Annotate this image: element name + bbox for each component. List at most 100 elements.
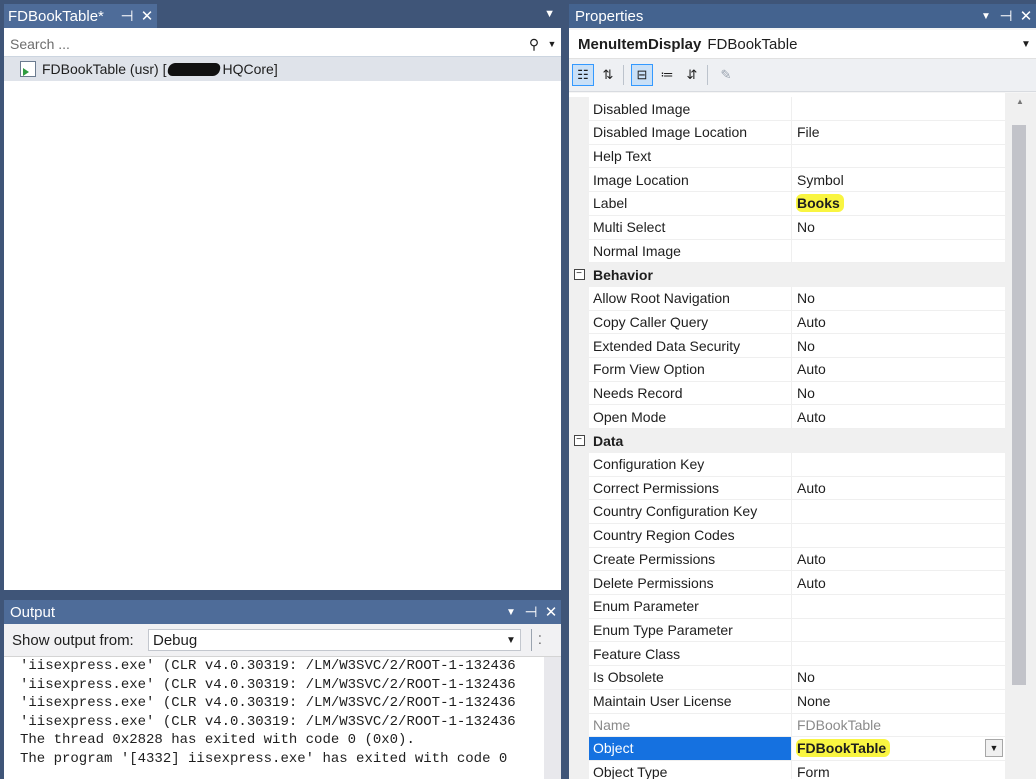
property-value-text: Auto <box>797 313 826 330</box>
collapse-icon[interactable]: − <box>569 428 589 453</box>
property-row[interactable]: Configuration Key <box>569 452 1005 477</box>
property-row[interactable]: Needs Record No <box>569 381 1005 406</box>
overflow-icon[interactable]: ⁚ <box>538 633 542 647</box>
pin-icon[interactable]: ⊣ <box>521 603 541 621</box>
property-value[interactable]: No <box>791 215 1005 240</box>
property-value[interactable]: Form <box>791 760 1005 779</box>
output-log[interactable]: 'iisexpress.exe' (CLR v4.0.30319: /LM/W3… <box>4 657 544 779</box>
property-row[interactable]: Form View Option Auto <box>569 357 1005 382</box>
search-box[interactable]: Search ... ⚲ ▼ <box>4 32 561 57</box>
property-row[interactable]: Is Obsolete No <box>569 665 1005 690</box>
property-value[interactable]: Auto <box>791 476 1005 501</box>
property-value-text: FDBookTable <box>797 716 882 733</box>
property-row[interactable]: Object FDBookTable ▼ <box>569 736 1005 761</box>
sort-icon[interactable]: ⇵ <box>681 64 703 86</box>
property-row[interactable]: Feature Class <box>569 642 1005 667</box>
property-row[interactable]: Create Permissions Auto <box>569 547 1005 572</box>
category-data[interactable]: − Data <box>569 428 1005 453</box>
object-type: MenuItemDisplay <box>578 35 702 53</box>
property-value[interactable] <box>791 594 1005 619</box>
properties-scrollbar[interactable]: ▲ <box>1005 93 1036 779</box>
property-value[interactable]: None <box>791 689 1005 714</box>
property-value[interactable] <box>791 97 1005 121</box>
categorized-icon[interactable]: ☷ <box>572 64 594 86</box>
property-row[interactable]: Disabled Image <box>569 97 1005 121</box>
object-selector[interactable]: MenuItemDisplay FDBookTable ▼ <box>569 30 1036 59</box>
output-source-select[interactable]: Debug ▼ <box>148 629 521 651</box>
chevron-down-icon[interactable]: ▼ <box>1016 39 1036 50</box>
row-gutter <box>569 499 589 524</box>
property-value[interactable]: Auto <box>791 405 1005 430</box>
dropdown-icon[interactable]: ▼ <box>976 11 996 22</box>
category-behavior[interactable]: − Behavior <box>569 262 1005 287</box>
property-value[interactable]: Auto <box>791 547 1005 572</box>
property-row[interactable]: Object Type Form <box>569 760 1005 779</box>
property-row[interactable]: Enum Type Parameter <box>569 618 1005 643</box>
tree-item-label: FDBookTable (usr) [HQCore] <box>42 61 278 77</box>
property-value[interactable] <box>791 499 1005 524</box>
property-row[interactable]: Name FDBookTable <box>569 713 1005 738</box>
show-output-label: Show output from: <box>12 631 134 649</box>
property-value[interactable]: No <box>791 334 1005 358</box>
output-scrollbar[interactable] <box>544 657 561 779</box>
property-row[interactable]: Delete Permissions Auto <box>569 571 1005 595</box>
property-value[interactable]: No <box>791 665 1005 690</box>
property-value[interactable]: Auto <box>791 357 1005 382</box>
property-value[interactable] <box>791 239 1005 264</box>
value-dropdown-icon[interactable]: ▼ <box>985 738 1003 757</box>
property-row[interactable]: Maintain User License None <box>569 689 1005 714</box>
property-value[interactable] <box>791 144 1005 169</box>
property-row[interactable]: Multi Select No <box>569 215 1005 240</box>
collapse-icon[interactable]: − <box>569 262 589 287</box>
property-value[interactable]: Books <box>791 191 1005 216</box>
alphabetical-icon[interactable]: ⇅ <box>597 64 619 86</box>
property-value[interactable]: Symbol <box>791 168 1005 193</box>
property-row[interactable]: Enum Parameter <box>569 594 1005 619</box>
property-row[interactable]: Allow Root Navigation No <box>569 286 1005 311</box>
property-row[interactable]: Label Books <box>569 191 1005 216</box>
chevron-down-icon[interactable]: ▼ <box>502 635 520 646</box>
property-value[interactable]: FDBookTable <box>791 713 1005 738</box>
property-row[interactable]: Disabled Image Location File <box>569 120 1005 145</box>
property-row[interactable]: Copy Caller Query Auto <box>569 310 1005 335</box>
property-value[interactable] <box>791 618 1005 643</box>
close-icon[interactable]: ✕ <box>1016 7 1036 25</box>
pin-icon[interactable]: ⊣ <box>996 7 1016 25</box>
property-row[interactable]: Help Text <box>569 144 1005 169</box>
close-icon[interactable]: ✕ <box>137 7 157 25</box>
scroll-up-icon[interactable]: ▲ <box>1016 97 1024 106</box>
property-value-text: No <box>797 384 815 401</box>
property-value[interactable] <box>791 642 1005 667</box>
search-input[interactable]: Search ... <box>4 36 525 52</box>
property-value[interactable]: Auto <box>791 310 1005 335</box>
chevron-down-icon[interactable]: ▼ <box>544 8 555 20</box>
property-value[interactable]: File <box>791 120 1005 145</box>
scrollbar-thumb[interactable] <box>1012 125 1026 685</box>
properties-icon[interactable]: ⊟ <box>631 64 653 86</box>
wrench-icon[interactable]: ✎ <box>715 64 737 86</box>
events-icon[interactable]: ≔ <box>656 64 678 86</box>
property-value[interactable] <box>791 523 1005 548</box>
search-options-icon[interactable]: ▼ <box>543 39 561 49</box>
property-value[interactable]: No <box>791 381 1005 406</box>
tree-item-fdbooktable[interactable]: FDBookTable (usr) [HQCore] <box>4 57 561 81</box>
property-value[interactable]: Auto <box>791 571 1005 595</box>
property-name: Correct Permissions <box>589 476 791 501</box>
property-row[interactable]: Correct Permissions Auto <box>569 476 1005 501</box>
property-name: Enum Type Parameter <box>589 618 791 643</box>
property-value[interactable] <box>791 452 1005 477</box>
close-icon[interactable]: ✕ <box>541 603 561 621</box>
property-row[interactable]: Extended Data Security No <box>569 334 1005 358</box>
property-row[interactable]: Country Region Codes <box>569 523 1005 548</box>
property-value-text: No <box>797 337 815 354</box>
property-row[interactable]: Image Location Symbol <box>569 168 1005 193</box>
pin-icon[interactable]: ⊣ <box>117 7 137 25</box>
property-value[interactable]: No <box>791 286 1005 311</box>
property-value[interactable]: FDBookTable ▼ <box>791 736 1005 761</box>
search-icon[interactable]: ⚲ <box>525 36 543 53</box>
property-row[interactable]: Country Configuration Key <box>569 499 1005 524</box>
dropdown-icon[interactable]: ▼ <box>501 607 521 618</box>
property-row[interactable]: Normal Image <box>569 239 1005 264</box>
property-row[interactable]: Open Mode Auto <box>569 405 1005 430</box>
tab-fdbooktable[interactable]: FDBookTable* ⊣ ✕ <box>4 4 157 28</box>
